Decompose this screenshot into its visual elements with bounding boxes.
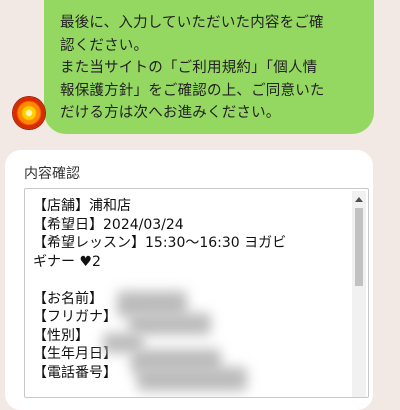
chat-message-text: 最後に、入力していただいた内容をご確 認ください。 また当サイトの「ご利用規約」… xyxy=(60,15,325,121)
confirmation-title: 内容確認 xyxy=(24,166,80,182)
scrollbar-thumb[interactable] xyxy=(355,208,363,286)
textarea-scrollbar[interactable] xyxy=(352,191,366,397)
confirmation-textarea[interactable]: 【店舗】浦和店 【希望日】2024/03/24 【希望レッスン】15:30～16… xyxy=(24,188,369,398)
scroll-up-arrow-icon[interactable] xyxy=(355,197,363,202)
redacted-furigana xyxy=(129,313,211,335)
redacted-phone xyxy=(137,367,247,391)
chat-message-bubble: 最後に、入力していただいた内容をご確 認ください。 また当サイトの「ご利用規約」… xyxy=(44,0,374,134)
sun-avatar-icon xyxy=(13,97,45,129)
confirmation-card: 内容確認 【店舗】浦和店 【希望日】2024/03/24 【希望レッスン】15:… xyxy=(5,150,373,410)
